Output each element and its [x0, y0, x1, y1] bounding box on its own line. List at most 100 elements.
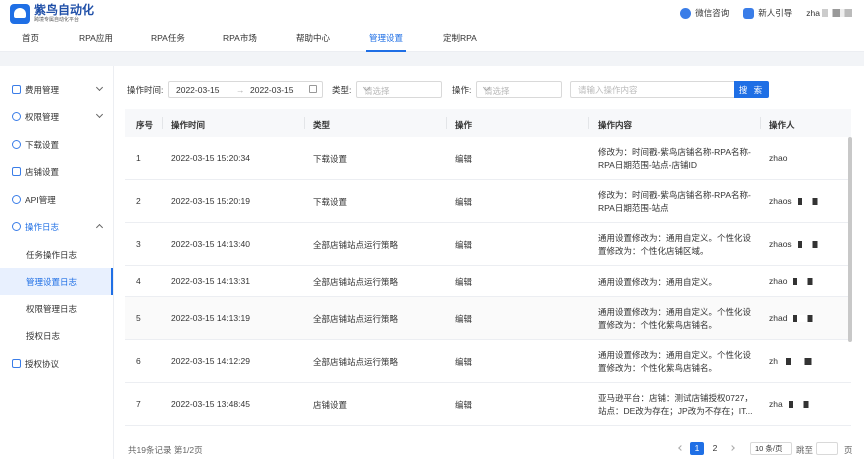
cell-content: 通用设置修改为：通用自定义。个性化设置修改为：个性化紫鸟店铺名。 — [598, 350, 752, 373]
cell-user-name: zhaos — [769, 239, 792, 249]
nav-rpa-app[interactable]: RPA应用 — [79, 28, 113, 52]
sidebar-item-api[interactable]: API管理 — [0, 186, 113, 213]
cell-user: zhaos — [769, 239, 819, 249]
search-input[interactable] — [570, 81, 734, 98]
cell-time: 2022-03-15 15:20:34 — [171, 153, 250, 163]
sidebar-item-shop[interactable]: 店铺设置 — [0, 158, 113, 185]
cell-time: 2022-03-15 14:12:29 — [171, 356, 250, 366]
cell-user-name: zhao — [769, 276, 788, 286]
user-menu[interactable]: zha — [806, 8, 864, 18]
cell-user: zhao — [769, 276, 815, 286]
date-start: 2022-03-15 — [176, 85, 220, 95]
table-row[interactable]: 5 2022-03-15 14:13:19 全部店铺站点运行策略 编辑 通用设置… — [125, 297, 851, 340]
log-icon — [12, 222, 21, 231]
table-row[interactable]: 7 2022-03-15 13:48:45 店铺设置 编辑 亚马逊平台：店铺：测… — [125, 383, 851, 426]
table-scrollbar[interactable] — [848, 137, 852, 342]
nav-rpa-market[interactable]: RPA市场 — [223, 28, 257, 52]
cell-no: 2 — [136, 196, 141, 206]
table-row[interactable]: 6 2022-03-15 14:12:29 全部店铺站点运行策略 编辑 通用设置… — [125, 340, 851, 383]
chevron-down-icon — [95, 110, 104, 119]
cell-content: 通用设置修改为：通用自定义。个性化设置修改为：个性化店铺区域。 — [598, 233, 752, 256]
wechat-icon — [680, 7, 692, 19]
sidebar-sub-permission-log[interactable]: 权限管理日志 — [0, 295, 113, 322]
sidebar-item-permission[interactable]: 权限管理 — [0, 103, 113, 130]
cell-no: 7 — [136, 399, 141, 409]
cell-no: 5 — [136, 313, 141, 323]
sidebar-sub-auth-log[interactable]: 授权日志 — [0, 322, 113, 349]
shop-icon — [12, 167, 21, 176]
sidebar-sub-label: 权限管理日志 — [26, 303, 78, 314]
cell-type: 全部店铺站点运行策略 — [313, 240, 399, 250]
search-button[interactable]: 搜 索 — [734, 81, 769, 98]
op-select[interactable]: 请选择 — [476, 81, 562, 98]
download-icon — [12, 140, 21, 149]
page-size-select[interactable]: 10 条/页 — [750, 442, 792, 455]
sidebar-sub-label: 管理设置日志 — [26, 276, 78, 287]
user-mask — [792, 198, 819, 206]
nav-rpa-task[interactable]: RPA任务 — [151, 28, 185, 52]
cell-op: 编辑 — [455, 400, 473, 410]
date-end: 2022-03-15 — [250, 85, 294, 95]
cell-no: 4 — [136, 276, 141, 286]
cell-op: 编辑 — [455, 197, 473, 207]
top-header: 紫鸟自动化 跨境专属自动化平台 微信咨询 新人引导 zha 首页 RPA应用 R… — [0, 0, 864, 52]
arrow-right-icon: → — [236, 85, 245, 95]
sidebar-item-fee[interactable]: 费用管理 — [0, 76, 113, 103]
chevron-up-icon — [95, 223, 104, 232]
col-header-content: 操作内容 — [598, 120, 633, 130]
logo[interactable]: 紫鸟自动化 跨境专属自动化平台 — [10, 4, 94, 24]
user-mask — [778, 358, 813, 366]
sidebar-sub-task-log[interactable]: 任务操作日志 — [0, 241, 113, 268]
nav-management-settings[interactable]: 管理设置 — [365, 28, 407, 52]
nav-home[interactable]: 首页 — [22, 28, 39, 52]
sidebar-item-label: 费用管理 — [25, 84, 60, 95]
sidebar-sub-management-log[interactable]: 管理设置日志 — [0, 268, 113, 295]
date-range-picker[interactable]: 2022-03-15 → 2022-03-15 — [168, 81, 323, 98]
calendar-icon — [309, 85, 317, 93]
cell-content: 修改为：时间戳-紫鸟店铺名称-RPA名称-RPA日期范围-站点 — [598, 190, 751, 213]
wechat-consult-label: 微信咨询 — [695, 8, 730, 18]
nav-help-center[interactable]: 帮助中心 — [296, 28, 330, 52]
cell-type: 全部店铺站点运行策略 — [313, 314, 399, 324]
cell-user: zhaos — [769, 196, 819, 206]
sidebar-item-download[interactable]: 下载设置 — [0, 131, 113, 158]
next-page-icon[interactable] — [729, 445, 735, 451]
page-1-button[interactable]: 1 — [690, 442, 704, 455]
table-header: 序号 操作时间 类型 操作 操作内容 操作人 — [125, 109, 851, 137]
table-row[interactable]: 1 2022-03-15 15:20:34 下载设置 编辑 修改为：时间戳-紫鸟… — [125, 137, 851, 180]
type-select[interactable]: 请选择 — [356, 81, 442, 98]
cell-user-name: zhao — [769, 153, 788, 163]
cell-op: 编辑 — [455, 277, 473, 287]
time-filter-label: 操作时间: — [127, 85, 164, 95]
main-content: 操作时间: 2022-03-15 → 2022-03-15 类型: 请选择 操作… — [113, 66, 864, 459]
sidebar-item-operation-log[interactable]: 操作日志 — [0, 213, 113, 240]
user-mask — [783, 401, 810, 409]
cell-type: 全部店铺站点运行策略 — [313, 357, 399, 367]
table-row[interactable]: 2 2022-03-15 15:20:19 下载设置 编辑 修改为：时间戳-紫鸟… — [125, 180, 851, 223]
prev-page-icon[interactable] — [678, 445, 684, 451]
header-actions: 微信咨询 新人引导 zha — [666, 6, 864, 20]
col-header-op: 操作 — [455, 120, 473, 130]
table-row[interactable]: 4 2022-03-15 14:13:31 全部店铺站点运行策略 编辑 通用设置… — [125, 266, 851, 297]
cell-content: 通用设置修改为：通用自定义。 — [598, 277, 718, 287]
cloud-icon — [12, 195, 21, 204]
cell-user-name: zha — [769, 399, 783, 409]
cell-time: 2022-03-15 14:13:19 — [171, 313, 250, 323]
newbie-guide-button[interactable]: 新人引导 — [743, 7, 792, 19]
jump-label: 跳至 — [796, 445, 814, 455]
cell-op: 编辑 — [455, 240, 473, 250]
cell-time: 2022-03-15 14:13:40 — [171, 239, 250, 249]
page-2-button[interactable]: 2 — [708, 442, 722, 455]
sidebar-item-label: 店铺设置 — [25, 166, 60, 177]
cell-user: zh — [769, 356, 813, 366]
cell-type: 店铺设置 — [313, 400, 348, 410]
table-row[interactable]: 3 2022-03-15 14:13:40 全部店铺站点运行策略 编辑 通用设置… — [125, 223, 851, 266]
cell-op: 编辑 — [455, 357, 473, 367]
wechat-consult-button[interactable]: 微信咨询 — [680, 7, 729, 19]
cell-type: 下载设置 — [313, 154, 348, 164]
nav-custom-rpa[interactable]: 定制RPA — [443, 28, 477, 52]
sidebar-item-auth-agreement[interactable]: 授权协议 — [0, 350, 113, 377]
cell-type: 下载设置 — [313, 197, 348, 207]
jump-page-input[interactable] — [816, 442, 838, 455]
cell-user: zhao — [769, 153, 787, 163]
